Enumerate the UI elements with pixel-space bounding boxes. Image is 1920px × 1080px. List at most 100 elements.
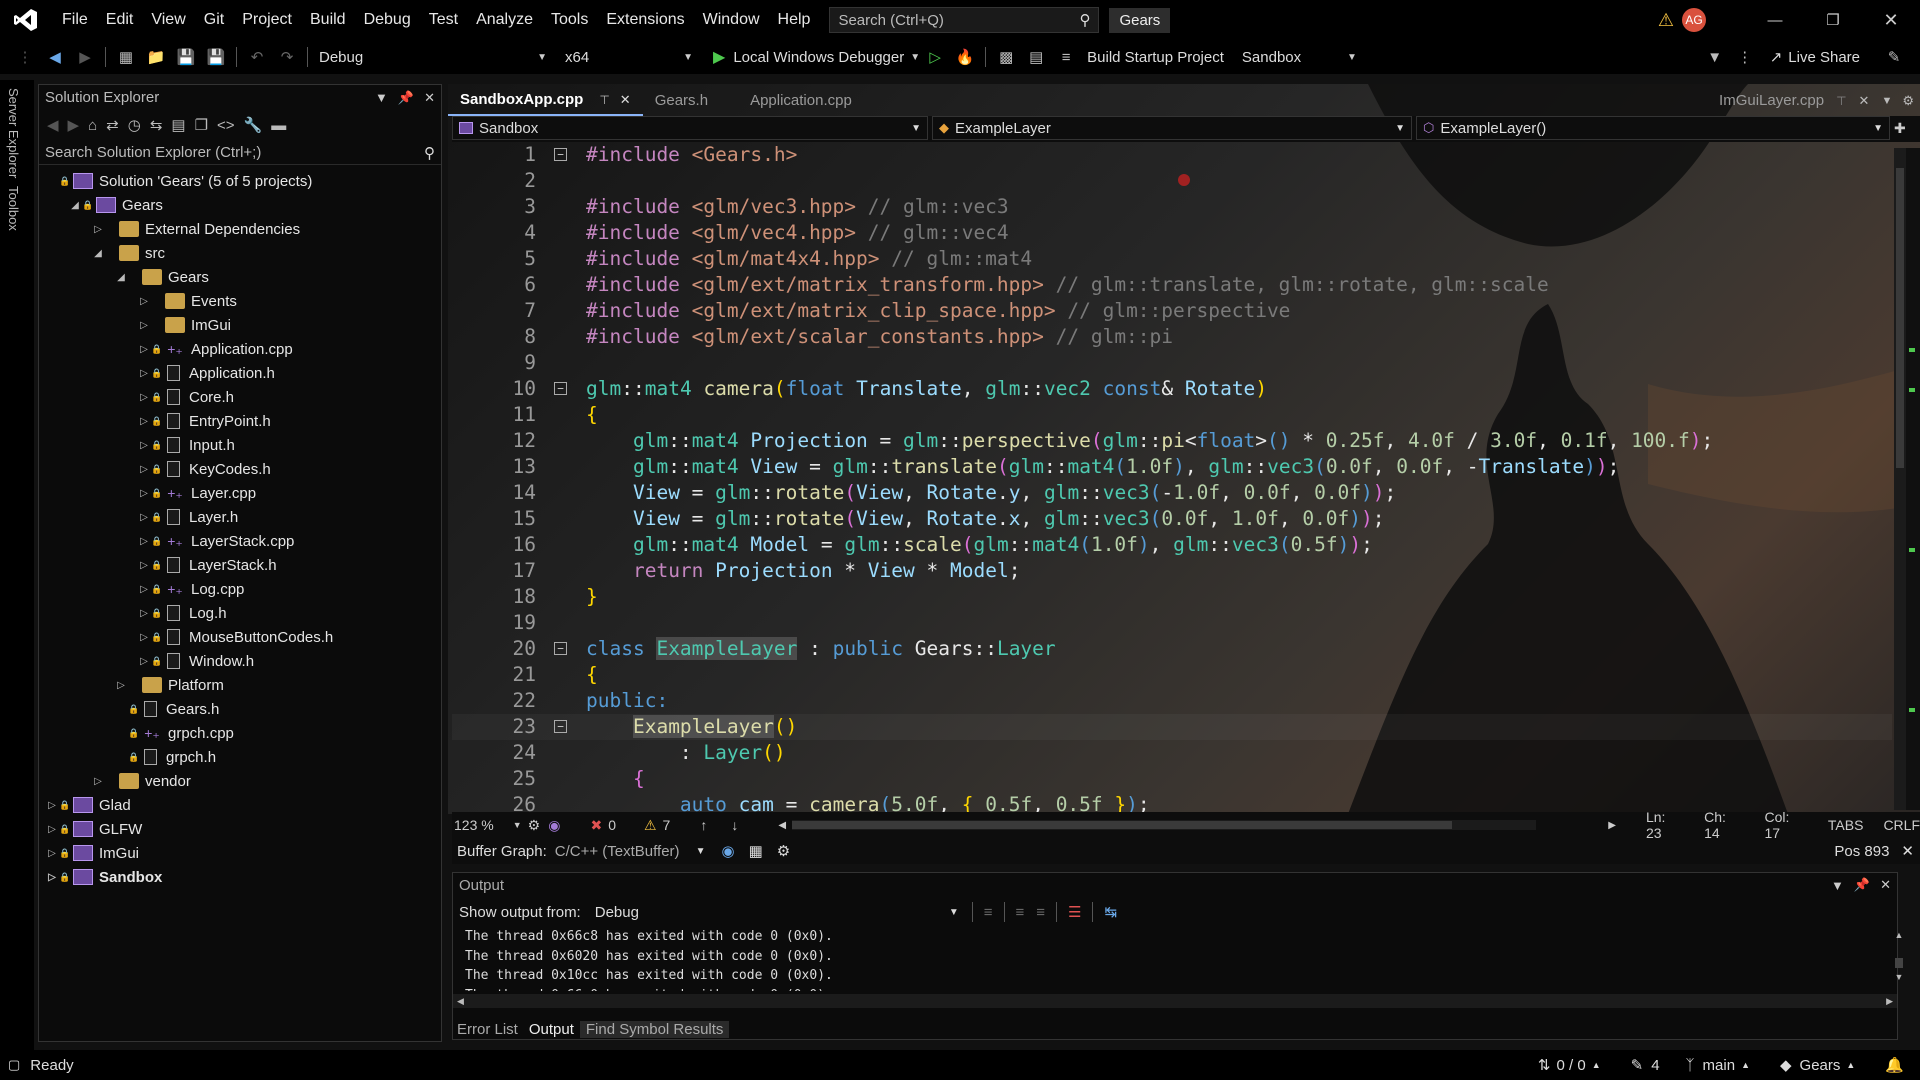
- code-line[interactable]: 23 − ExampleLayer(): [452, 714, 1892, 740]
- chevron-up-icon[interactable]: ▲: [1846, 1060, 1855, 1070]
- expanded-icon[interactable]: ◢: [114, 272, 128, 283]
- server-explorer-tab[interactable]: Server Explorer: [6, 88, 21, 178]
- menu-tools[interactable]: Tools: [542, 0, 597, 40]
- hot-reload-icon[interactable]: 🔥: [955, 47, 975, 67]
- forward-icon[interactable]: ▶: [75, 47, 95, 67]
- undo-icon[interactable]: ↶: [247, 47, 267, 67]
- code-line[interactable]: 19: [452, 610, 1892, 636]
- settings-icon[interactable]: ⚙: [1902, 93, 1914, 109]
- tree-item[interactable]: ▷ Events: [39, 289, 441, 313]
- code-line[interactable]: 5 #include <glm/mat4x4.hpp> // glm::mat4: [452, 246, 1892, 272]
- build-startup-project-button[interactable]: Build Startup Project: [1087, 49, 1224, 66]
- collapsed-icon[interactable]: ▷: [137, 608, 151, 619]
- code-icon[interactable]: <>: [217, 117, 235, 134]
- notifications-icon[interactable]: 🔔: [1885, 1056, 1904, 1074]
- menu-view[interactable]: View: [142, 0, 194, 40]
- find-message-icon[interactable]: ≡: [984, 904, 993, 921]
- collapsed-icon[interactable]: ▷: [91, 776, 105, 787]
- collapse-all-icon[interactable]: ▤: [171, 116, 185, 134]
- edits-count[interactable]: 4: [1651, 1057, 1659, 1074]
- save-all-icon[interactable]: 💾: [206, 47, 226, 67]
- tree-item[interactable]: ◢ 🔒 Gears: [39, 193, 441, 217]
- graph-settings-icon[interactable]: ⚙: [777, 842, 790, 860]
- collapsed-icon[interactable]: ▷: [114, 680, 128, 691]
- tree-item[interactable]: ▷ 🔒 Log.h: [39, 601, 441, 625]
- menu-project[interactable]: Project: [233, 0, 301, 40]
- tab-gears-h[interactable]: Gears.h: [643, 86, 720, 116]
- code-line[interactable]: 22 public:: [452, 688, 1892, 714]
- project-dropdown[interactable]: Sandbox ▼: [452, 116, 928, 140]
- scroll-up-icon[interactable]: ▲: [1892, 930, 1906, 940]
- feedback-icon[interactable]: ✎: [1884, 47, 1904, 67]
- tree-item[interactable]: ▷ 🔒 LayerStack.h: [39, 553, 441, 577]
- expanded-icon[interactable]: ◢: [68, 200, 82, 211]
- save-icon[interactable]: 💾: [176, 47, 196, 67]
- graph-icon[interactable]: ▦: [749, 842, 763, 860]
- collapsed-icon[interactable]: ▷: [137, 464, 151, 475]
- collapsed-icon[interactable]: ▷: [137, 536, 151, 547]
- switch-views-icon[interactable]: ⇄: [106, 116, 119, 134]
- scroll-right-icon[interactable]: ▶: [1608, 820, 1616, 831]
- collapsed-icon[interactable]: ▷: [45, 872, 59, 883]
- menu-window[interactable]: Window: [694, 0, 769, 40]
- configuration-dropdown[interactable]: Debug ▼: [313, 49, 553, 66]
- new-project-icon[interactable]: ▦: [116, 47, 136, 67]
- collapse-icon[interactable]: −: [554, 720, 567, 733]
- warning-icon[interactable]: ⚠: [1658, 10, 1674, 31]
- code-line[interactable]: 18}: [452, 584, 1892, 610]
- code-line[interactable]: 25 {: [452, 766, 1892, 792]
- code-line[interactable]: 10 − glm::mat4 camera(float Translate, glm…: [452, 376, 1892, 402]
- collapse-icon[interactable]: −: [554, 382, 567, 395]
- forward-icon[interactable]: ▶: [68, 116, 80, 134]
- code-line[interactable]: 2: [452, 168, 1892, 194]
- redo-icon[interactable]: ↷: [277, 47, 297, 67]
- tree-item[interactable]: 🔒 Solution 'Gears' (5 of 5 projects): [39, 169, 441, 193]
- tree-item[interactable]: ▷ 🔒 GLFW: [39, 817, 441, 841]
- scrollbar-thumb[interactable]: [1895, 958, 1903, 968]
- scope-dropdown[interactable]: ◆ ExampleLayer ▼: [932, 116, 1412, 140]
- code-line[interactable]: 20 − class ExampleLayer : public Gears::La…: [452, 636, 1892, 662]
- repository-name[interactable]: Gears: [1800, 1057, 1841, 1074]
- horizontal-scrollbar[interactable]: [792, 820, 1537, 830]
- sync-icon[interactable]: ⇆: [150, 116, 163, 134]
- warning-count[interactable]: 7: [663, 817, 671, 833]
- collapsed-icon[interactable]: ▷: [137, 416, 151, 427]
- zoom-level[interactable]: 123 %: [454, 817, 513, 833]
- collapsed-icon[interactable]: ▷: [137, 344, 151, 355]
- previous-message-icon[interactable]: ≡: [1016, 904, 1025, 921]
- scroll-down-icon[interactable]: ▼: [1892, 972, 1906, 982]
- tree-item[interactable]: ▷ 🔒 +₊ Application.cpp: [39, 337, 441, 361]
- back-icon[interactable]: ◀: [45, 47, 65, 67]
- collapsed-icon[interactable]: ▷: [137, 296, 151, 307]
- word-wrap-icon[interactable]: ↹: [1104, 903, 1117, 921]
- chevron-down-icon[interactable]: ▼: [696, 846, 706, 857]
- output-hscrollbar[interactable]: ◀ ▶: [453, 994, 1897, 1008]
- tab-output[interactable]: Output: [523, 1021, 580, 1038]
- line-indicator[interactable]: Ln: 23: [1646, 809, 1684, 841]
- collapsed-icon[interactable]: ▷: [137, 512, 151, 523]
- code-line[interactable]: 16 glm::mat4 Model = glm::scale(glm::mat…: [452, 532, 1892, 558]
- code-line[interactable]: 21 {: [452, 662, 1892, 688]
- pin-icon[interactable]: ⊤: [599, 85, 609, 115]
- start-without-debugging-icon[interactable]: ▷: [925, 47, 945, 67]
- close-icon[interactable]: ✕: [620, 85, 631, 115]
- startup-project-dropdown[interactable]: Sandbox ▼: [1242, 49, 1357, 66]
- clear-all-icon[interactable]: ☰: [1068, 903, 1081, 921]
- expanded-icon[interactable]: ◢: [91, 248, 105, 259]
- next-message-icon[interactable]: ≡: [1036, 904, 1045, 921]
- code-line[interactable]: 17 return Projection * View * Model;: [452, 558, 1892, 584]
- tab-application-cpp[interactable]: Application.cpp: [738, 86, 864, 116]
- collapsed-icon[interactable]: ▷: [137, 488, 151, 499]
- tree-item[interactable]: 🔒 grpch.h: [39, 745, 441, 769]
- tab-find-symbol-results[interactable]: Find Symbol Results: [579, 1020, 730, 1038]
- arrow-up-icon[interactable]: ↑: [700, 817, 707, 833]
- preview-icon[interactable]: ▬: [271, 117, 286, 134]
- tree-item[interactable]: ▷ 🔒 +₊ Layer.cpp: [39, 481, 441, 505]
- align-icon[interactable]: ≡: [1056, 47, 1076, 67]
- tree-item[interactable]: ▷ External Dependencies: [39, 217, 441, 241]
- restore-icon[interactable]: ❐: [1804, 11, 1862, 29]
- tab-imguilayer-cpp[interactable]: ImGuiLayer.cpp: [1707, 86, 1836, 116]
- close-icon[interactable]: ✕: [1862, 10, 1920, 31]
- output-text[interactable]: The thread 0x66c8 has exited with code 0…: [453, 927, 1897, 991]
- code-line[interactable]: 14 View = glm::rotate(View, Rotate.y, gl…: [452, 480, 1892, 506]
